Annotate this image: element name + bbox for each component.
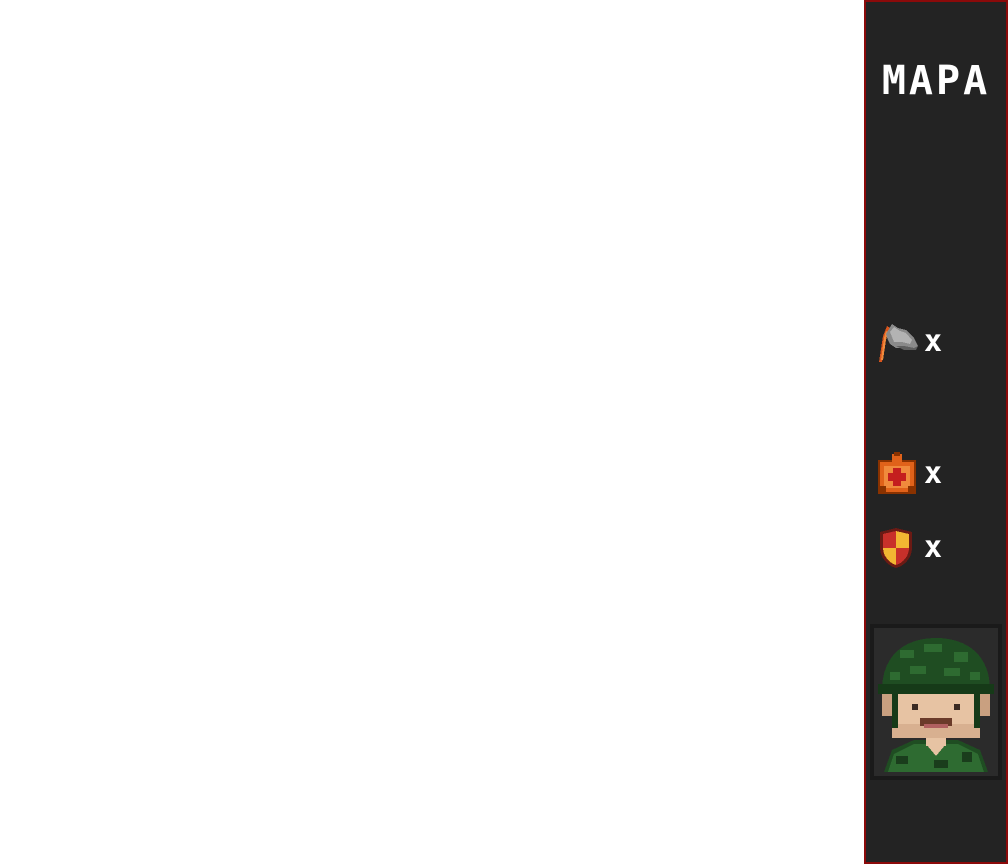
map-title[interactable]: MAPA: [866, 54, 1006, 108]
medkit-count-label: x: [924, 456, 943, 491]
grenade-launcher-icon: [876, 320, 920, 364]
side-panel: MAPA x x x: [864, 0, 1008, 864]
inventory-item-shield[interactable]: x: [876, 524, 942, 572]
soldier-portrait[interactable]: [870, 624, 1002, 780]
shield-icon: [876, 526, 920, 570]
medkit-icon: [876, 452, 920, 496]
inventory-item-medkit[interactable]: x: [876, 450, 942, 498]
soldier-portrait-icon: [878, 638, 994, 772]
grenade-count-label: x: [924, 324, 943, 359]
shield-count-label: x: [924, 530, 943, 565]
inventory-item-grenade[interactable]: x: [876, 318, 942, 366]
game-map-area: [0, 0, 864, 864]
